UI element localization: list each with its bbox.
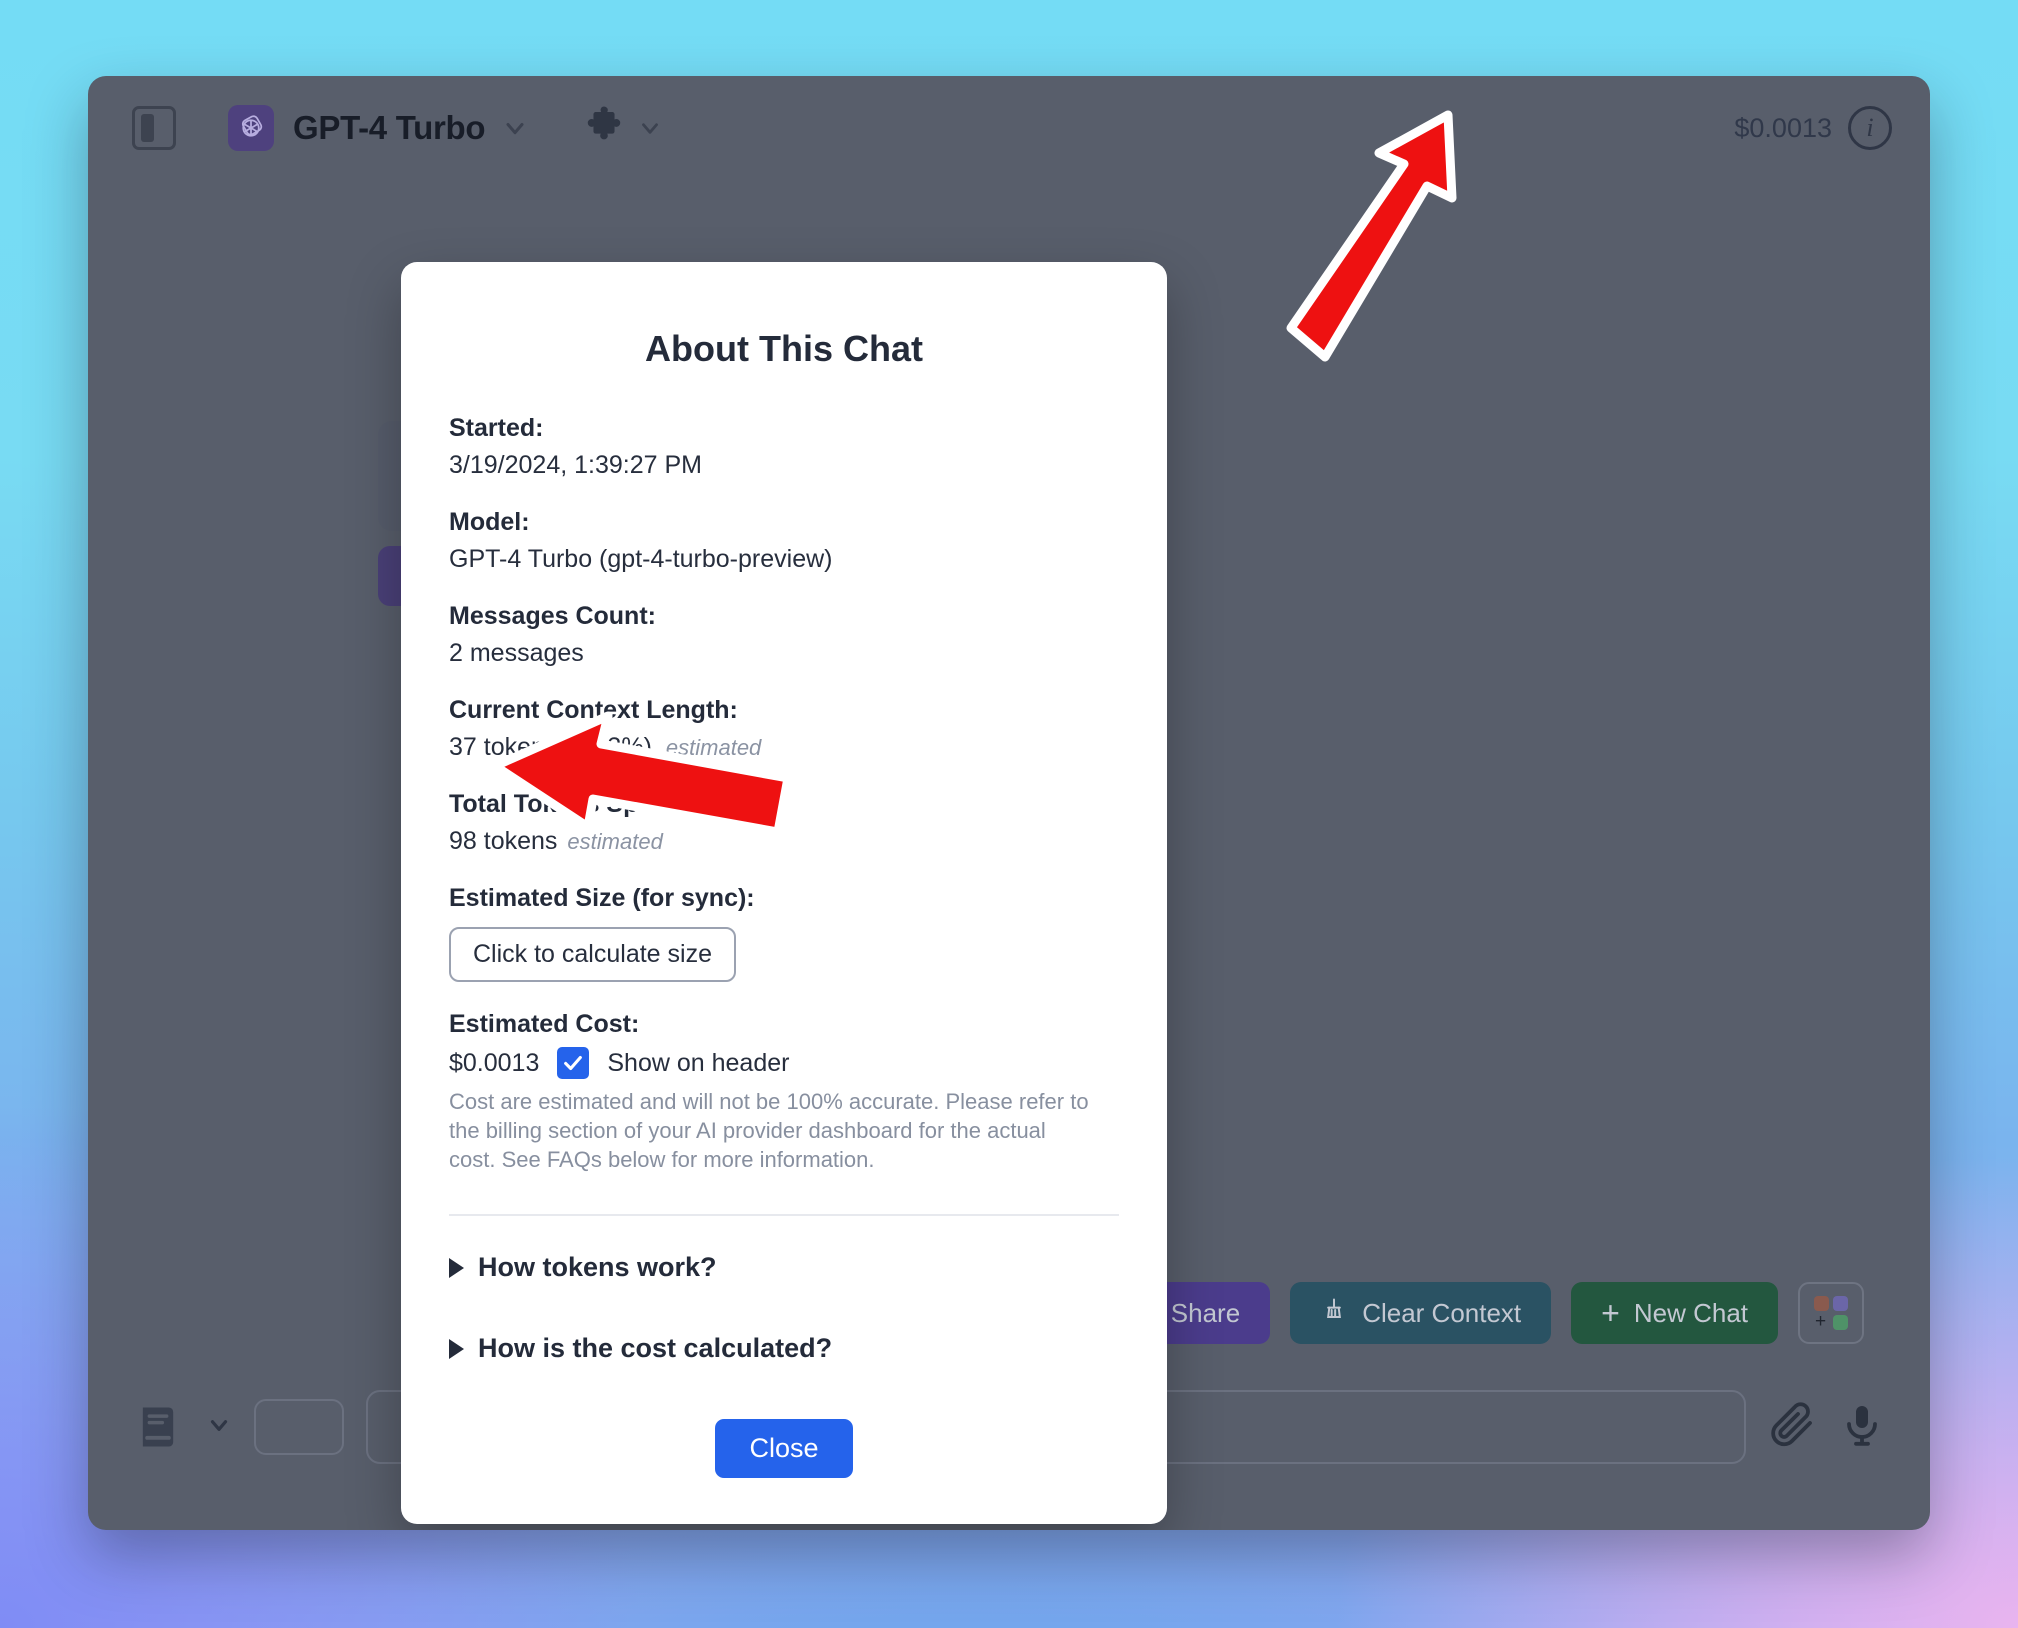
field-label: Started: (449, 414, 544, 442)
field-label: Messages Count: (449, 602, 656, 630)
dialog-footer: Close (401, 1419, 1167, 1478)
field-value: 37 tokens (0.03%) (449, 733, 652, 761)
faq-label: How tokens work? (478, 1252, 717, 1283)
desktop-background: GPT-4 Turbo $0.0013 i Share Clear Contex… (0, 0, 2018, 1628)
field-messages-count: Messages Count: 2 messages (449, 602, 1119, 668)
field-label: Estimated Cost: (449, 1010, 640, 1038)
field-label: Model: (449, 508, 530, 536)
triangle-right-icon (449, 1338, 464, 1359)
field-value: 3/19/2024, 1:39:27 PM (449, 451, 702, 479)
field-total-tokens-spent: Total Tokens Spent: 98 tokens estimated (449, 790, 1119, 856)
field-model: Model: GPT-4 Turbo (gpt-4-turbo-preview) (449, 508, 1119, 574)
faq-label: How is the cost calculated? (478, 1333, 833, 1364)
field-estimated-cost: Estimated Cost: $0.0013 Show on header C… (449, 1010, 1119, 1174)
field-label: Total Tokens Spent: (449, 790, 685, 818)
field-current-context-length: Current Context Length: 37 tokens (0.03%… (449, 696, 1119, 762)
app-window: GPT-4 Turbo $0.0013 i Share Clear Contex… (88, 76, 1930, 1530)
faq-how-is-cost-calculated[interactable]: How is the cost calculated? (449, 1333, 1119, 1364)
field-label: Estimated Size (for sync): (449, 884, 755, 912)
cost-value: $0.0013 (449, 1048, 540, 1077)
field-label: Current Context Length: (449, 696, 738, 724)
section-divider (449, 1214, 1119, 1217)
close-button[interactable]: Close (715, 1419, 853, 1478)
field-value: GPT-4 Turbo (gpt-4-turbo-preview) (449, 545, 833, 573)
field-value-row: 37 tokens (0.03%) estimated (449, 733, 1119, 762)
field-started: Started: 3/19/2024, 1:39:27 PM (449, 414, 1119, 480)
estimated-note: estimated (567, 829, 663, 854)
field-estimated-size: Estimated Size (for sync): Click to calc… (449, 884, 1119, 982)
show-on-header-label: Show on header (607, 1048, 790, 1077)
field-value-row: 98 tokens estimated (449, 827, 1119, 856)
estimated-note: estimated (665, 735, 762, 760)
cost-row: $0.0013 Show on header (449, 1047, 1119, 1079)
show-on-header-checkbox[interactable] (557, 1047, 590, 1079)
about-this-chat-dialog: About This Chat Started: 3/19/2024, 1:39… (401, 262, 1167, 1524)
field-value: 2 messages (449, 639, 584, 667)
faq-how-tokens-work[interactable]: How tokens work? (449, 1252, 1119, 1283)
cost-disclaimer: Cost are estimated and will not be 100% … (449, 1089, 1089, 1173)
dialog-title: About This Chat (645, 328, 923, 369)
calculate-size-button[interactable]: Click to calculate size (449, 927, 736, 982)
field-value: 98 tokens (449, 827, 558, 855)
triangle-right-icon (449, 1257, 464, 1278)
